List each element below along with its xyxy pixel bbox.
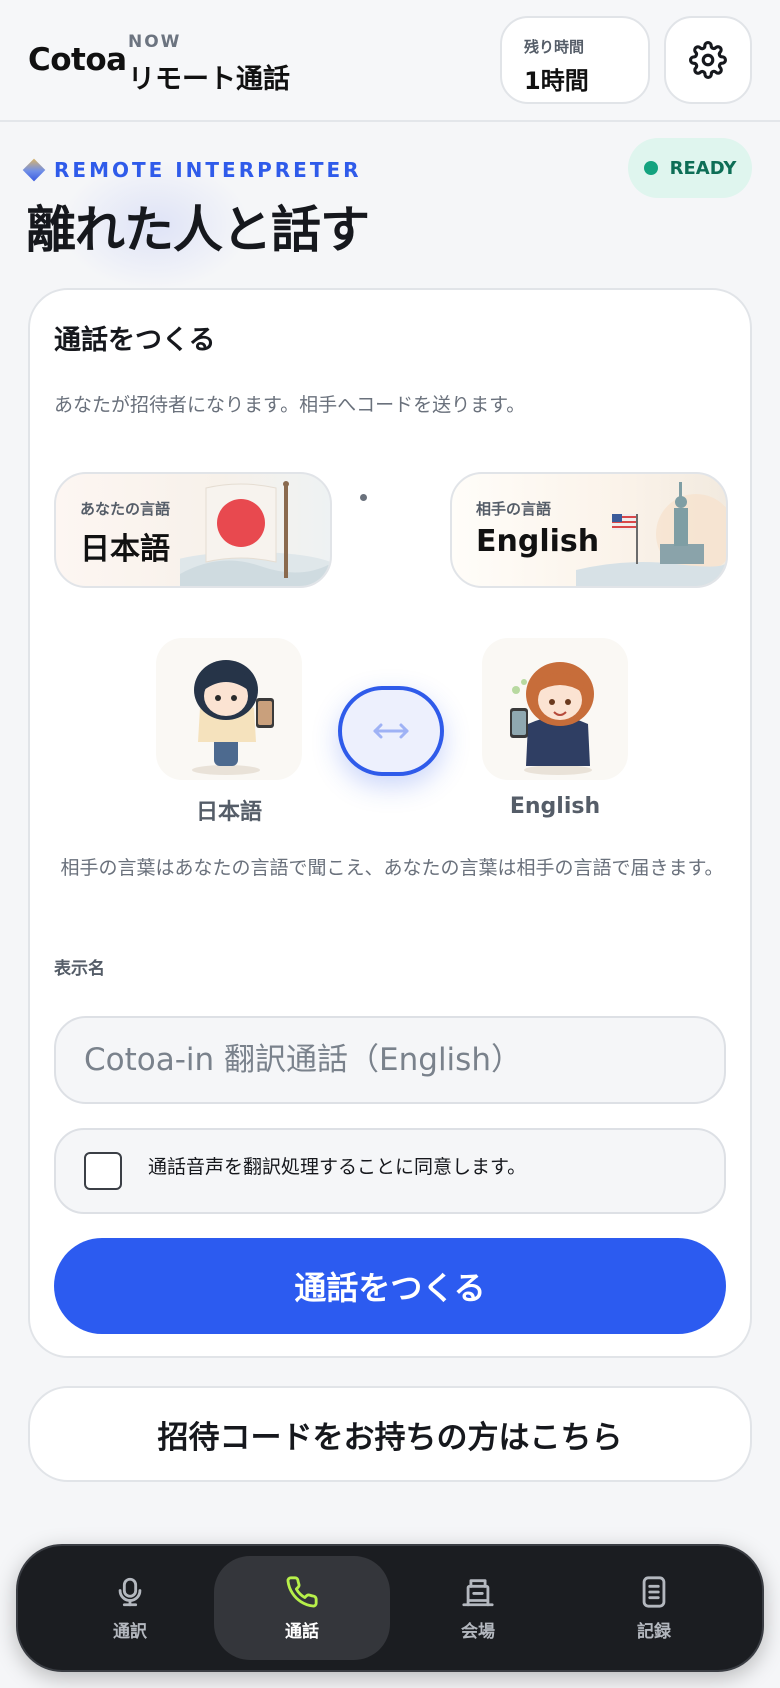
consent-text: 通話音声を翻訳処理することに同意します。	[148, 1156, 527, 1178]
my-avatar	[156, 638, 302, 780]
partner-language-value: English	[476, 524, 600, 559]
gear-icon	[689, 41, 727, 79]
nav-item-call[interactable]: 通話	[214, 1556, 390, 1660]
my-language-label: あなたの言語	[80, 500, 171, 518]
create-call-button[interactable]: 通話をつくる	[54, 1238, 726, 1334]
mode-title: リモート通話	[128, 64, 290, 95]
app-header: Cotoa NOW リモート通話 残り時間 1時間	[0, 0, 780, 122]
status-badge: READY	[628, 138, 752, 198]
page-title: 離れた人と話す	[26, 201, 370, 259]
settings-button[interactable]	[664, 16, 752, 104]
nav-label-venue: 会場	[461, 1621, 495, 1642]
card-description: あなたが招待者になります。相手へコードを送ります。	[54, 394, 526, 416]
venue-icon	[462, 1578, 494, 1606]
translation-explanation: 相手の言葉はあなたの言語で聞こえ、あなたの言葉は相手の言語で届きます。	[60, 857, 724, 879]
my-language-tile[interactable]: あなたの言語 日本語	[54, 472, 332, 588]
display-name-label: 表示名	[54, 959, 105, 979]
now-label: NOW	[128, 32, 182, 52]
nav-item-record[interactable]: 記録	[566, 1556, 742, 1660]
status-text: READY	[669, 157, 737, 179]
swap-arrows-icon	[373, 723, 409, 739]
my-language-value: 日本語	[80, 532, 170, 567]
remaining-time-box[interactable]: 残り時間 1時間	[500, 16, 650, 104]
partner-avatar	[482, 638, 628, 780]
swap-languages-button[interactable]	[338, 686, 444, 776]
remaining-time-label: 残り時間	[524, 38, 585, 56]
bottom-nav: 通訳 通話 会場 記録	[16, 1544, 764, 1672]
nav-item-interpret[interactable]: 通訳	[42, 1556, 218, 1660]
nav-label-call: 通話	[285, 1621, 319, 1642]
diamond-icon	[22, 158, 46, 182]
girl-with-phone-avatar-icon	[510, 662, 594, 775]
nav-label-interpret: 通訳	[113, 1621, 147, 1642]
my-language-name: 日本語	[195, 800, 262, 825]
consent-checkbox[interactable]	[84, 1152, 122, 1190]
app-logo: Cotoa	[28, 42, 127, 78]
card-title: 通話をつくる	[54, 325, 216, 356]
remaining-time-value: 1時間	[524, 67, 589, 95]
nav-item-venue[interactable]: 会場	[390, 1556, 566, 1660]
status-dot-icon	[643, 161, 658, 175]
invite-code-button[interactable]: 招待コードをお持ちの方はこちら	[28, 1386, 752, 1482]
partner-language-name: English	[509, 794, 601, 819]
eyebrow-row: REMOTE INTERPRETER	[22, 158, 362, 182]
record-icon	[642, 1575, 666, 1608]
create-call-card: 通話をつくる あなたが招待者になります。相手へコードを送ります。 あなたの言語 …	[28, 288, 752, 1358]
girl-with-phone-avatar-icon	[192, 660, 274, 775]
nav-label-record: 記録	[637, 1621, 671, 1642]
partner-language-label: 相手の言語	[476, 500, 552, 518]
consent-row[interactable]: 通話音声を翻訳処理することに同意します。	[54, 1128, 726, 1214]
phone-icon	[286, 1575, 318, 1607]
japan-flag-art-icon	[180, 481, 330, 586]
partner-language-tile[interactable]: 相手の言語 English	[450, 472, 728, 588]
eyebrow-text: REMOTE INTERPRETER	[54, 158, 362, 182]
display-name-input[interactable]	[54, 1016, 726, 1104]
separator-dot	[360, 494, 367, 501]
microphone-icon	[118, 1577, 142, 1606]
